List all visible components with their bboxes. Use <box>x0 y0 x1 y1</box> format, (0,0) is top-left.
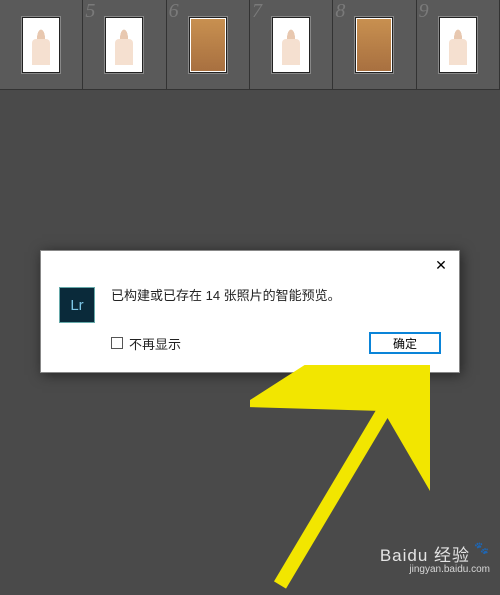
watermark-main: Baidu 经验🐾 <box>380 541 490 566</box>
watermark: Baidu 经验🐾 jingyan.baidu.com <box>380 541 490 575</box>
checkbox-label: 不再显示 <box>129 334 181 353</box>
dialog-content: 已构建或已存在 14 张照片的智能预览。 不再显示 确定 <box>111 285 441 354</box>
ok-button-label: 确定 <box>393 335 417 352</box>
thumbnail-cell[interactable]: 7 <box>250 0 333 89</box>
thumbnail-cell[interactable] <box>0 0 83 89</box>
thumbnail-cell[interactable]: 9 <box>417 0 500 89</box>
lightroom-icon: Lr <box>59 287 95 323</box>
smart-preview-dialog: ✕ Lr 已构建或已存在 14 张照片的智能预览。 不再显示 确定 <box>40 250 460 373</box>
thumbnail-image <box>105 17 143 73</box>
thumbnail-image <box>272 17 310 73</box>
thumb-index: 5 <box>85 0 95 23</box>
thumb-index: 7 <box>252 0 262 23</box>
main-canvas: ✕ Lr 已构建或已存在 14 张照片的智能预览。 不再显示 确定 <box>0 90 500 583</box>
dont-show-again-checkbox[interactable]: 不再显示 <box>111 334 181 353</box>
filmstrip: 5 6 7 8 9 <box>0 0 500 90</box>
dialog-body: Lr 已构建或已存在 14 张照片的智能预览。 不再显示 确定 <box>41 279 459 372</box>
thumbnail-cell[interactable]: 6 <box>167 0 250 89</box>
thumb-index: 8 <box>335 0 345 23</box>
ok-button[interactable]: 确定 <box>369 332 441 354</box>
thumb-index: 6 <box>169 0 179 23</box>
close-button[interactable]: ✕ <box>429 255 453 275</box>
thumb-index: 9 <box>419 0 429 23</box>
thumbnail-cell[interactable]: 8 <box>333 0 416 89</box>
thumbnail-image <box>439 17 477 73</box>
thumbnail-cell[interactable]: 5 <box>83 0 166 89</box>
dialog-message: 已构建或已存在 14 张照片的智能预览。 <box>111 285 441 304</box>
paw-icon: 🐾 <box>474 541 490 555</box>
thumbnail-image <box>22 17 60 73</box>
dialog-footer: 不再显示 确定 <box>111 332 441 354</box>
dialog-titlebar: ✕ <box>41 251 459 279</box>
checkbox-icon <box>111 337 123 349</box>
thumbnail-image <box>355 17 393 73</box>
close-icon: ✕ <box>435 257 447 274</box>
thumbnail-image <box>189 17 227 73</box>
watermark-sub: jingyan.baidu.com <box>380 564 490 575</box>
